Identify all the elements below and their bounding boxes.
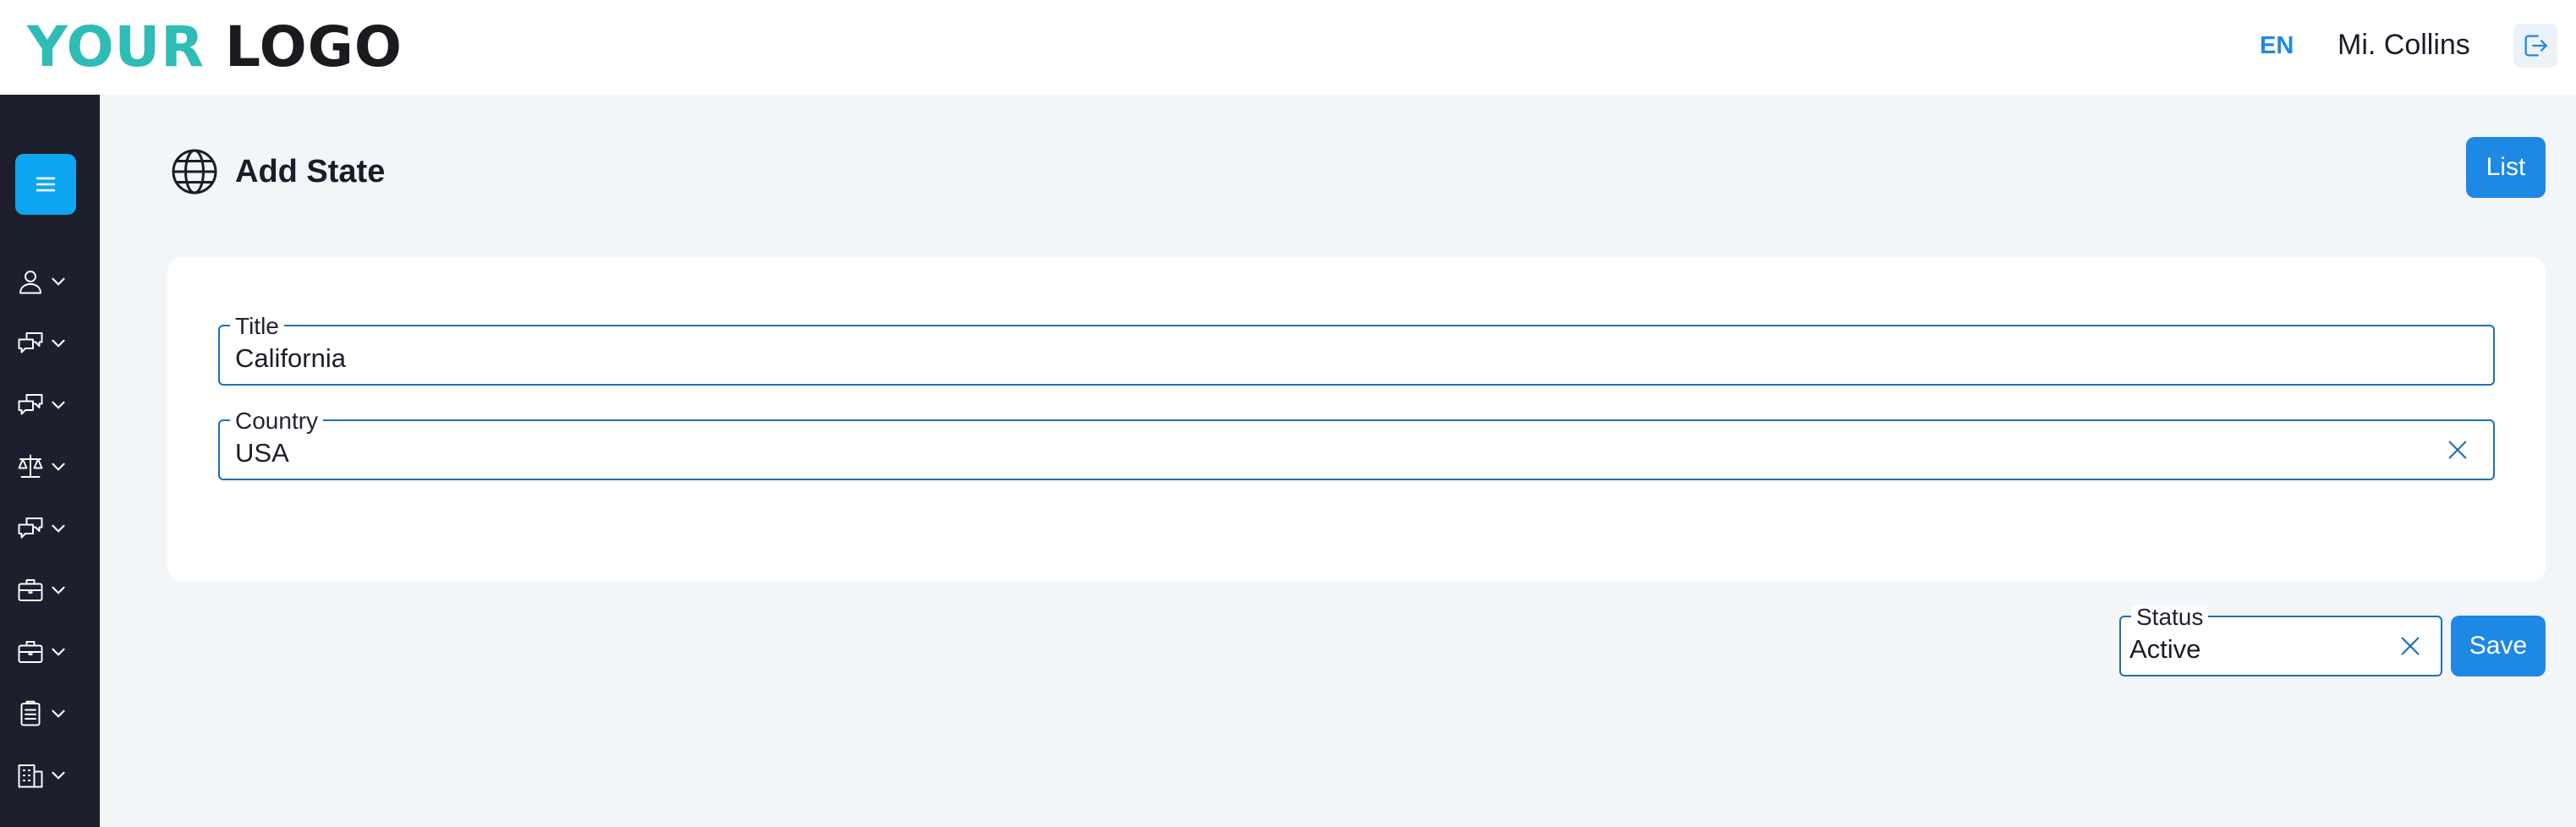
sidebar-item-jobs[interactable] [15, 572, 71, 609]
sidebar-item-conversations[interactable] [15, 386, 71, 424]
chevron-down-icon [52, 648, 65, 656]
chevron-down-icon [52, 524, 65, 533]
close-icon [2401, 637, 2420, 655]
logout-button[interactable] [2513, 24, 2557, 68]
logo-text-part2: LOGO [224, 14, 403, 79]
clipboard-icon [20, 700, 41, 726]
language-switcher[interactable]: EN [2260, 30, 2294, 61]
user-icon [19, 271, 41, 294]
chevron-down-icon [52, 709, 65, 718]
status-select[interactable]: Status Active [2119, 605, 2442, 676]
chevron-down-icon [52, 771, 65, 780]
chevron-down-icon [52, 277, 65, 286]
sidebar-item-messages[interactable] [15, 325, 71, 362]
chat-bubbles-icon [18, 518, 43, 539]
briefcase-icon [18, 641, 43, 663]
sidebar [0, 95, 100, 827]
chat-bubbles-icon [18, 394, 43, 415]
logo-text-part1: YOUR [27, 14, 205, 79]
user-name[interactable]: Mi. Collins [2338, 27, 2470, 63]
page-heading: Add State [169, 145, 385, 198]
list-button[interactable]: List [2466, 137, 2546, 198]
form-card: Title California Country USA [167, 257, 2546, 582]
page-title: Add State [235, 153, 386, 189]
logo[interactable]: YOUR LOGO [27, 12, 403, 83]
top-header: YOUR LOGO EN Mi. Collins [0, 0, 2576, 95]
sidebar-item-business[interactable] [15, 633, 71, 671]
globe-icon [172, 149, 217, 194]
chevron-down-icon [52, 586, 65, 594]
status-select-label: Status [2131, 605, 2209, 629]
hamburger-icon [36, 177, 56, 192]
chevron-down-icon [52, 401, 65, 409]
sidebar-item-legal[interactable] [15, 448, 71, 485]
sidebar-item-tasks[interactable] [15, 695, 71, 732]
chevron-down-icon [52, 339, 65, 348]
chat-bubbles-icon [18, 332, 43, 353]
country-select-label: Country [230, 409, 324, 433]
sidebar-item-locations[interactable] [15, 757, 71, 794]
menu-toggle-button[interactable] [15, 154, 76, 215]
chevron-down-icon [52, 463, 65, 471]
title-field[interactable]: Title California [218, 315, 2495, 386]
briefcase-icon [18, 579, 43, 601]
sidebar-item-users[interactable] [15, 263, 71, 300]
close-icon [2448, 441, 2467, 459]
country-clear-button[interactable] [2439, 431, 2476, 468]
status-select-value[interactable]: Active [2129, 634, 2201, 665]
country-select[interactable]: Country USA [218, 409, 2495, 480]
title-field-label: Title [230, 315, 284, 338]
title-field-value[interactable]: California [235, 343, 346, 374]
status-clear-button[interactable] [2392, 627, 2429, 665]
sidebar-item-support[interactable] [15, 510, 71, 547]
scale-icon [18, 454, 43, 478]
logout-icon [2524, 35, 2547, 57]
building-icon [18, 764, 43, 788]
country-select-value[interactable]: USA [235, 438, 289, 468]
save-button[interactable]: Save [2451, 616, 2546, 676]
